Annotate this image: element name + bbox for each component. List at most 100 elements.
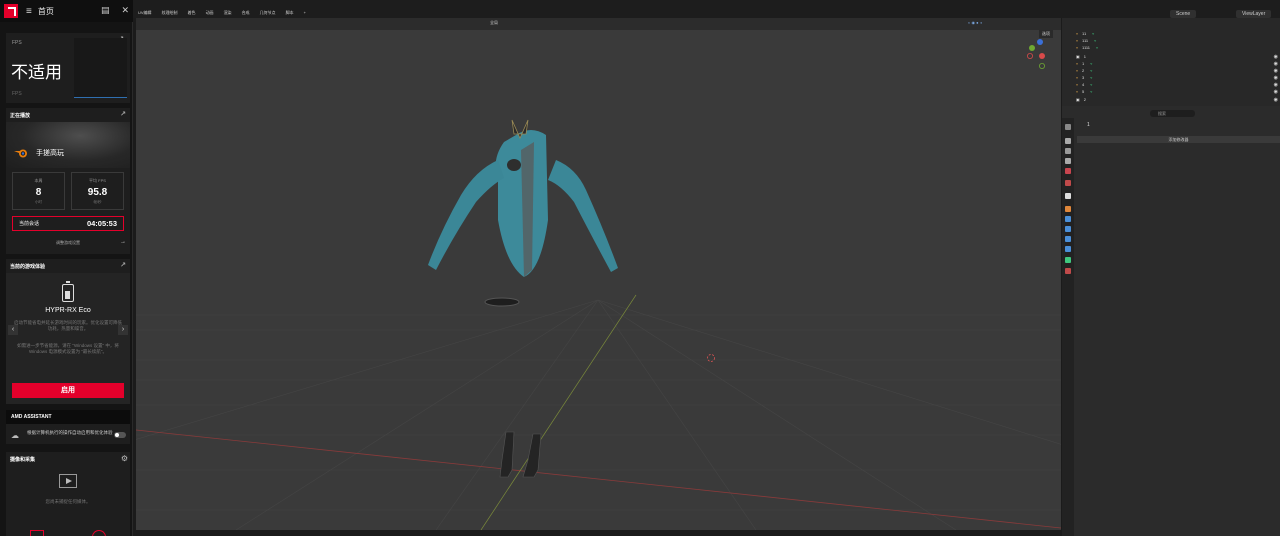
object-icon: ▿ <box>1076 89 1079 94</box>
visibility-eye-icon[interactable]: ◉ <box>1274 82 1278 88</box>
outliner-item[interactable]: ▿ 11 ▿ <box>1076 30 1280 37</box>
outliner-item[interactable]: ▿ 3 ▿ ◉ <box>1076 74 1280 81</box>
layout-icon[interactable]: ▤ <box>101 5 110 16</box>
physics-tab-icon[interactable] <box>1065 236 1071 242</box>
data-tab-icon[interactable] <box>1065 257 1071 263</box>
object-icon: ▿ <box>1076 75 1079 80</box>
session-time: 04:05:53 <box>86 219 117 228</box>
fps-card[interactable]: FPS ↗ 不适用 FPS <box>6 33 130 103</box>
character-mesh <box>428 119 618 277</box>
modifier-icon: ▿ <box>1090 82 1093 87</box>
viewport-scene <box>136 39 1061 530</box>
stat-label: 平均 FPS <box>89 178 106 183</box>
assistant-description: 根据计算机执行的操作自动启用和优化体验 <box>27 430 113 435</box>
expand-icon[interactable]: ↗ <box>120 110 126 118</box>
outliner-item[interactable]: ▿ 4 ▿ ◉ <box>1076 81 1280 88</box>
add-workspace-button[interactable]: + <box>299 10 311 16</box>
add-modifier-button[interactable]: 添加修改器 <box>1077 136 1280 143</box>
blender-logo-icon <box>14 149 27 158</box>
outliner-item[interactable]: ▿ 1111 ▿ <box>1076 44 1280 51</box>
outliner-item[interactable]: ▿ 2 ▿ ◉ <box>1076 67 1280 74</box>
visibility-eye-icon[interactable]: ◉ <box>1274 54 1278 60</box>
no-media-message: 您尚未捕捉任何媒体。 <box>45 499 91 504</box>
stat-unit: 小时 <box>35 200 42 204</box>
tab-uv-editing[interactable]: UV编辑 <box>133 10 157 16</box>
tab-texture-paint[interactable]: 纹理绘制 <box>157 10 183 16</box>
close-icon[interactable]: ✕ <box>121 5 129 16</box>
amd-assistant-card: AMD ASSISTANT ☁ 根据计算机执行的操作自动启用和优化体验 <box>6 410 130 444</box>
outliner-item[interactable]: ▿ 1 ▿ ◉ <box>1076 60 1280 67</box>
adjust-settings-label: 调整游戏设置 <box>56 240 80 245</box>
assistant-toggle[interactable] <box>114 432 126 438</box>
now-playing-header: 正在播放 ↗ <box>6 108 130 123</box>
game-experience-header: 当前的游戏体验 ↗ <box>6 259 130 274</box>
profile-name: HYPR-RX Eco <box>45 307 91 314</box>
visibility-eye-icon[interactable]: ◉ <box>1274 89 1278 95</box>
tab-scripting[interactable]: 脚本 <box>281 10 299 16</box>
hamburger-icon[interactable]: ≡ <box>26 6 32 17</box>
scene-tab-icon[interactable] <box>1065 168 1071 174</box>
transform-orientation[interactable]: 全局 <box>490 20 498 26</box>
tab-animation[interactable]: 动画 <box>201 10 219 16</box>
tab-geometry-nodes[interactable]: 几何节点 <box>255 10 281 16</box>
modifier-icon: ▿ <box>1096 45 1099 50</box>
3d-cursor <box>707 354 715 362</box>
record-icon[interactable] <box>92 530 106 536</box>
now-playing-title: 正在播放 <box>10 113 31 119</box>
gear-icon[interactable]: ⚙ <box>121 454 128 463</box>
object-icon: ▿ <box>1076 45 1079 50</box>
modifier-icon: ▿ <box>1094 38 1097 43</box>
visibility-eye-icon[interactable]: ◉ <box>1274 75 1278 81</box>
scene-selector[interactable]: Scene <box>1170 10 1197 18</box>
modifier-icon: ▿ <box>1090 68 1093 73</box>
fps-graph <box>74 38 127 98</box>
visibility-eye-icon[interactable]: ◉ <box>1274 97 1278 103</box>
power-mode-tip: 如需进一步节省能源，请在 "Windows 设置" 中，将 Windows 电源… <box>17 343 119 354</box>
now-playing-card: 正在播放 ↗ 手搓高玩 本周 8 小时 平均 FPS 95.8 帧/秒 当前会话… <box>6 108 130 254</box>
outliner-collection[interactable]: ▣ 1 ◉ <box>1076 53 1280 60</box>
game-experience-title: 当前的游戏体验 <box>10 264 46 270</box>
object-tab-icon[interactable] <box>1065 206 1071 212</box>
world-tab-icon[interactable] <box>1065 180 1071 186</box>
material-tab-icon[interactable] <box>1065 268 1071 274</box>
collection-icon: ▣ <box>1076 54 1080 59</box>
visibility-eye-icon[interactable]: ◉ <box>1274 68 1278 74</box>
outliner-collection[interactable]: ▣ 2 ◉ <box>1076 96 1280 103</box>
3d-viewport[interactable]: 选项 <box>136 30 1061 530</box>
view-layer-tab-icon[interactable] <box>1065 158 1071 164</box>
expand-icon[interactable]: ↗ <box>120 261 126 269</box>
particles-tab-icon[interactable] <box>1065 226 1071 232</box>
outliner-item[interactable]: ▿ 111 ▿ <box>1076 37 1280 44</box>
render-tab-icon[interactable] <box>1065 138 1071 144</box>
floor-grid <box>136 299 1061 530</box>
screenshot-icon[interactable] <box>30 530 44 536</box>
assistant-icon: ☁ <box>11 431 19 440</box>
object-icon: ▿ <box>1076 68 1079 73</box>
visibility-eye-icon[interactable]: ◉ <box>1274 61 1278 67</box>
adjust-game-settings-link[interactable]: 调整游戏设置 → <box>6 239 130 246</box>
shading-buttons-icon[interactable]: ◐ ◉ ● ◑ <box>968 20 982 25</box>
view-options[interactable]: 选项 <box>1039 30 1053 38</box>
view-layer-selector[interactable]: ViewLayer <box>1236 10 1272 18</box>
object-icon: ▿ <box>1076 38 1079 43</box>
collection-tab-icon[interactable] <box>1065 193 1071 199</box>
current-session: 当前会话 04:05:53 <box>12 216 124 231</box>
fps-sublabel: FPS <box>12 91 22 97</box>
enable-button[interactable]: 启用 <box>12 383 124 398</box>
output-tab-icon[interactable] <box>1065 148 1071 154</box>
constraints-tab-icon[interactable] <box>1065 246 1071 252</box>
tab-rendering[interactable]: 渲染 <box>219 10 237 16</box>
properties-search[interactable]: 搜索 <box>1150 110 1195 117</box>
tab-shading[interactable]: 着色 <box>183 10 201 16</box>
properties-object-name: 1 <box>1087 122 1090 128</box>
fps-label: FPS <box>12 40 22 46</box>
profile-description: 启动节能省电并延长游戏时间的玩家。优化设置可降低功耗，热量和噪音。 <box>14 320 122 331</box>
game-title-row: 手搓高玩 <box>14 148 64 158</box>
modifier-tab-icon[interactable] <box>1065 216 1071 222</box>
tab-compositing[interactable]: 合成 <box>237 10 255 16</box>
session-label: 当前会话 <box>19 221 40 227</box>
navigation-gizmo <box>1027 39 1046 70</box>
tool-tab-icon[interactable] <box>1065 124 1071 130</box>
game-banner <box>6 122 130 168</box>
outliner-item[interactable]: ▿ 5 ▿ ◉ <box>1076 88 1280 95</box>
